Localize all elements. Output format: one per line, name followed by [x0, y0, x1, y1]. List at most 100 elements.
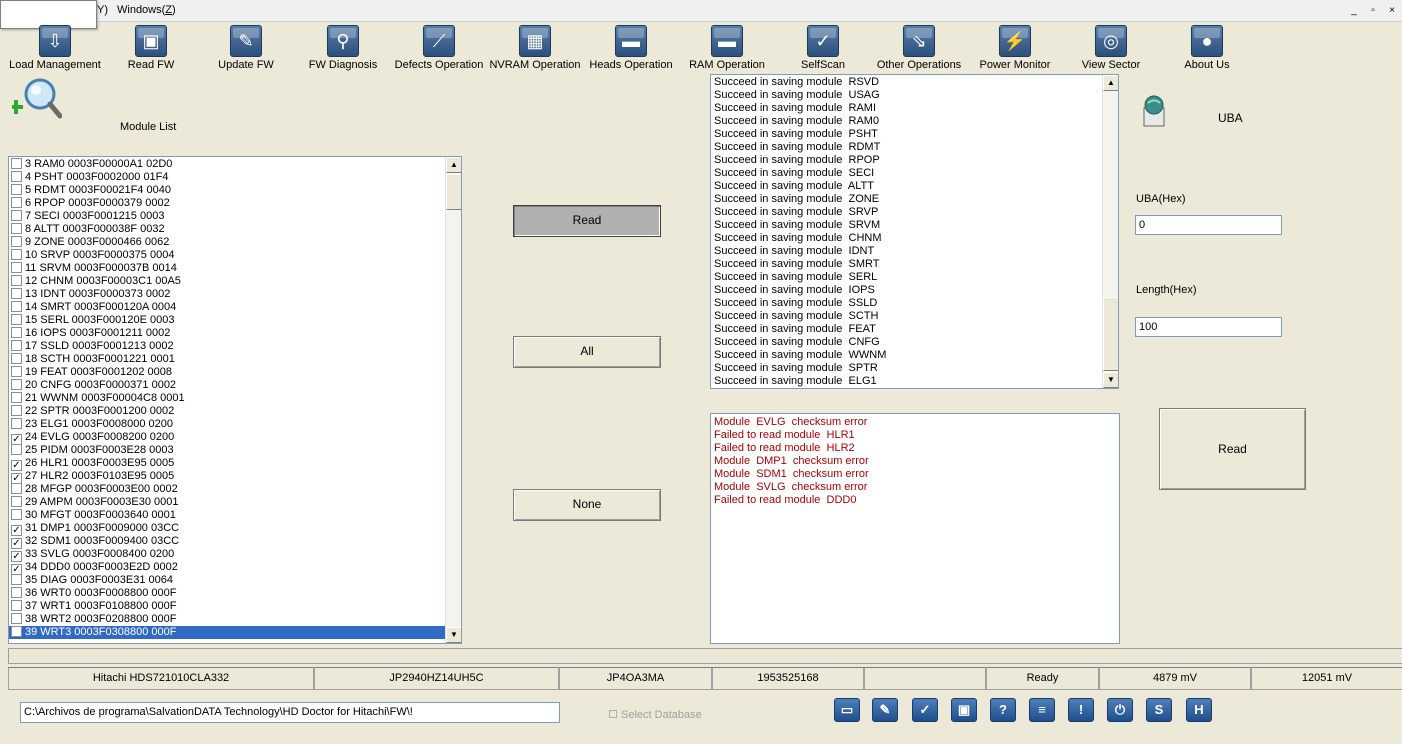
module-row[interactable]: 19 FEAT 0003F0001202 0008 [9, 366, 446, 379]
toolbar-ram-operation[interactable]: ▬ RAM Operation [686, 24, 768, 74]
module-row[interactable]: 35 DIAG 0003F0003E31 0064 [9, 574, 446, 587]
module-row[interactable]: 23 ELG1 0003F0008000 0200 [9, 418, 446, 431]
log-scrollbar[interactable]: ▲ ▼ [1102, 75, 1118, 388]
module-checkbox[interactable] [11, 340, 22, 351]
module-checkbox[interactable] [11, 405, 22, 416]
module-row[interactable]: 30 MFGT 0003F0003640 0001 [9, 509, 446, 522]
module-checkbox[interactable] [11, 223, 22, 234]
module-row[interactable]: 8 ALTT 0003F000038F 0032 [9, 223, 446, 236]
module-checkbox[interactable] [11, 301, 22, 312]
module-checkbox[interactable] [11, 600, 22, 611]
notes-icon[interactable]: ≡ [1029, 698, 1055, 722]
toolbar-selfscan[interactable]: ✓ SelfScan [798, 24, 848, 74]
module-checkbox[interactable] [11, 366, 22, 377]
module-checkbox[interactable] [11, 613, 22, 624]
module-checkbox[interactable] [11, 327, 22, 338]
module-checkbox[interactable] [11, 444, 22, 455]
select-all-button[interactable]: All [513, 336, 661, 368]
firmware-path-input[interactable]: C:\Archivos de programa\SalvationDATA Te… [20, 702, 560, 723]
scroll-up-icon[interactable]: ▲ [1103, 75, 1118, 91]
module-checkbox[interactable] [11, 379, 22, 390]
module-row[interactable]: 11 SRVM 0003F000037B 0014 [9, 262, 446, 275]
module-checkbox[interactable] [11, 496, 22, 507]
restore-button[interactable]: ▫ [1366, 4, 1380, 18]
toolbar-read-fw[interactable]: ▣ Read FW [115, 24, 187, 74]
toolbar-heads-operation[interactable]: ▬ Heads Operation [588, 24, 674, 74]
power-icon[interactable]: ⏻ [1107, 698, 1133, 722]
module-checkbox[interactable] [11, 288, 22, 299]
module-row[interactable]: 38 WRT2 0003F0208800 000F [9, 613, 446, 626]
module-row[interactable]: 6 RPOP 0003F0000379 0002 [9, 197, 446, 210]
read-sector-button[interactable]: Read [1159, 408, 1306, 490]
module-row[interactable]: ✓ 32 SDM1 0003F0009400 03CC [9, 535, 446, 549]
module-row[interactable]: 7 SECI 0003F0001215 0003 [9, 210, 446, 223]
error-log[interactable]: Module EVLG checksum error Failed to read… [710, 413, 1120, 644]
s-icon[interactable]: S [1146, 698, 1172, 722]
module-row[interactable]: ✓ 26 HLR1 0003F0003E95 0005 [9, 457, 446, 471]
module-list-scrollbar[interactable]: ▲ ▼ [445, 157, 461, 643]
toolbar-load-management[interactable]: ⇩ Load Management [8, 24, 102, 74]
module-row[interactable]: 36 WRT0 0003F0008800 000F [9, 587, 446, 600]
module-row[interactable]: 10 SRVP 0003F0000375 0004 [9, 249, 446, 262]
h-icon[interactable]: H [1186, 698, 1212, 722]
check-icon[interactable]: ✓ [912, 698, 938, 722]
module-row[interactable]: ✓ 27 HLR2 0003F0103E95 0005 [9, 470, 446, 484]
info-icon[interactable]: ! [1068, 698, 1094, 722]
scroll-up-icon[interactable]: ▲ [446, 157, 461, 173]
toolbar-defects-operation[interactable]: ⟋ Defects Operation [393, 24, 485, 74]
module-row[interactable]: 25 PIDM 0003F0003E28 0003 [9, 444, 446, 457]
module-checkbox[interactable] [11, 249, 22, 260]
module-row[interactable]: ✓ 34 DDD0 0003F0003E2D 0002 [9, 561, 446, 575]
module-checkbox[interactable] [11, 262, 22, 273]
select-database-checkbox[interactable]: Select Database [609, 709, 702, 721]
module-row[interactable]: 4 PSHT 0003F0002000 01F4 [9, 171, 446, 184]
module-row[interactable]: 20 CNFG 0003F0000371 0002 [9, 379, 446, 392]
menu-item-y[interactable]: Y) [97, 4, 108, 16]
module-row[interactable]: 29 AMPM 0003F0003E30 0001 [9, 496, 446, 509]
toolbar-fw-diagnosis[interactable]: ⚲ FW Diagnosis [306, 24, 380, 74]
success-log[interactable]: Succeed in saving module RSVD Succeed in … [710, 74, 1119, 389]
module-row[interactable]: 14 SMRT 0003F000120A 0004 [9, 301, 446, 314]
toolbar-update-fw[interactable]: ✎ Update FW [210, 24, 282, 74]
module-row[interactable]: ✓ 33 SVLG 0003F0008400 0200 [9, 548, 446, 562]
module-checkbox[interactable] [11, 236, 22, 247]
save-disk-icon[interactable]: ▣ [951, 698, 977, 722]
module-checkbox[interactable] [11, 587, 22, 598]
toolbar-power-monitor[interactable]: ⚡ Power Monitor [978, 24, 1052, 74]
toolbar-view-sector[interactable]: ◎ View Sector [1078, 24, 1144, 74]
module-checkbox[interactable] [11, 509, 22, 520]
module-checkbox[interactable] [11, 210, 22, 221]
open-folder-icon[interactable]: ▭ [834, 698, 860, 722]
help-icon[interactable]: ? [990, 698, 1016, 722]
module-row[interactable]: 13 IDNT 0003F0000373 0002 [9, 288, 446, 301]
module-checkbox[interactable] [11, 275, 22, 286]
scroll-thumb[interactable] [1103, 297, 1118, 371]
module-checkbox[interactable] [11, 197, 22, 208]
module-checkbox[interactable] [11, 171, 22, 182]
module-row[interactable]: 37 WRT1 0003F0108800 000F [9, 600, 446, 613]
module-row[interactable]: 15 SERL 0003F000120E 0003 [9, 314, 446, 327]
edit-doc-icon[interactable]: ✎ [872, 698, 898, 722]
module-row[interactable]: 5 RDMT 0003F00021F4 0040 [9, 184, 446, 197]
scroll-down-icon[interactable]: ▼ [446, 627, 461, 643]
module-row[interactable]: 9 ZONE 0003F0000466 0062 [9, 236, 446, 249]
minimize-button[interactable]: _ [1347, 4, 1361, 18]
toolbar-about-us[interactable]: ● About Us [1180, 24, 1234, 74]
uba-hex-input[interactable]: 0 [1135, 215, 1282, 235]
module-row[interactable]: 22 SPTR 0003F0001200 0002 [9, 405, 446, 418]
module-checkbox[interactable] [11, 314, 22, 325]
module-row[interactable]: 28 MFGP 0003F0003E00 0002 [9, 483, 446, 496]
module-checkbox[interactable] [11, 158, 22, 169]
module-row[interactable]: 3 RAM0 0003F00000A1 02D0 [9, 158, 446, 171]
module-checkbox[interactable] [11, 184, 22, 195]
module-checkbox[interactable] [11, 483, 22, 494]
module-checkbox[interactable] [11, 626, 22, 637]
close-button[interactable]: × [1385, 4, 1399, 18]
toolbar-other-operations[interactable]: ⇘ Other Operations [876, 24, 962, 74]
toolbar-nvram-operation[interactable]: ▦ NVRAM Operation [488, 24, 582, 74]
module-row[interactable]: ✓ 24 EVLG 0003F0008200 0200 [9, 431, 446, 445]
module-checkbox[interactable] [11, 574, 22, 585]
module-checkbox[interactable] [11, 418, 22, 429]
module-row[interactable]: 17 SSLD 0003F0001213 0002 [9, 340, 446, 353]
module-row[interactable]: ✓ 31 DMP1 0003F0009000 03CC [9, 522, 446, 536]
